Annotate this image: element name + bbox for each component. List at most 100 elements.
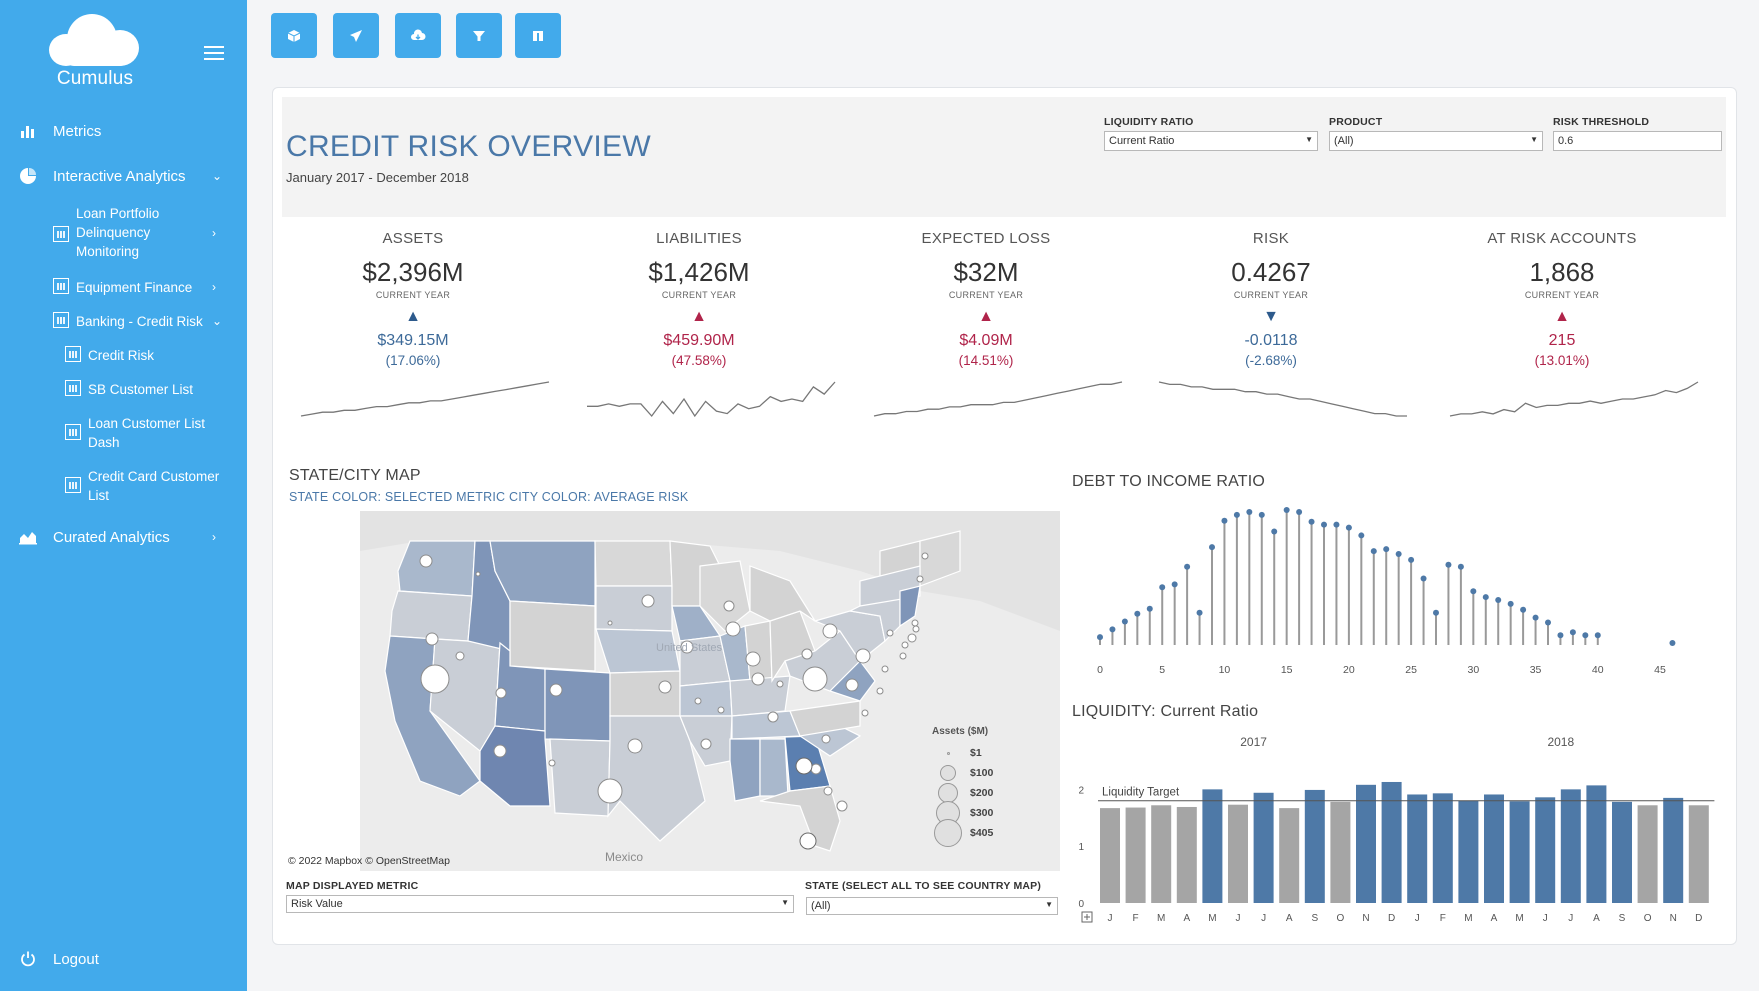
kpi-tile[interactable]: EXPECTED LOSS $32M CURRENT YEAR ▲ $4.09M (14.… [856,230,1116,368]
sidebar-item-metrics[interactable]: Metrics [0,121,247,141]
sidebar-item-interactive-analytics[interactable]: Interactive Analytics ⌄ [0,166,247,186]
chevron-right-icon: › [212,280,216,294]
menu-toggle-icon[interactable] [204,46,224,64]
lollipop-point [1121,618,1128,625]
sidebar: Cumulus Metrics Interactive Analytics ⌄ … [0,0,247,991]
lollipop-point [1482,594,1489,601]
kpi-change: $4.09M [959,332,1013,349]
filter-icon [473,30,485,41]
risk-threshold-value: 0.6 [1558,135,1574,147]
lollipop-point [1507,600,1514,607]
kpi-tile[interactable]: LIABILITIES $1,426M CURRENT YEAR ▲ $459.90M (… [569,230,829,368]
lollipop-point [1408,556,1415,563]
kpi-sparkline [300,381,550,417]
liquidity-bar [1202,789,1223,903]
liquidity-bar [1304,789,1325,903]
lollipop-point [1134,610,1141,617]
columns-button[interactable] [515,13,561,58]
lollipop-point [1283,507,1290,513]
dropdown-arrow-icon: ▼ [781,898,789,907]
sidebar-item-label: Loan Customer List Dash [88,416,206,450]
lollipop-point [1246,508,1253,515]
legend-label: $405 [970,827,994,839]
product-label: PRODUCT [1329,116,1383,128]
box-button[interactable] [271,13,317,58]
sidebar-item-label: SB Customer List [88,382,194,397]
kpi-title: AT RISK ACCOUNTS [1487,230,1637,247]
report-icon [53,312,69,328]
risk-threshold-input[interactable]: 0.6 [1553,131,1722,151]
lollipop-point [1258,511,1265,518]
liquidity-bar [1407,794,1428,903]
state-filter-select[interactable]: (All) ▼ [806,897,1058,915]
sparkline-path [300,381,550,417]
sidebar-item-label: Credit Card Customer List [88,469,220,503]
lollipop-point [1146,605,1153,612]
liquidity-ratio-select[interactable]: Current Ratio ▼ [1104,131,1318,151]
kpi-tile[interactable]: AT RISK ACCOUNTS 1,868 CURRENT YEAR ▲ 215 (13… [1432,230,1692,368]
dti-chart[interactable]: 0 5 10 15 20 25 30 35 40 45 [1072,500,1712,680]
sidebar-item-sb-customer-list[interactable]: SB Customer List [65,380,225,399]
brand-name: Cumulus [56,68,134,89]
liquidity-bar [1560,789,1581,903]
liquidity-bar [1253,792,1274,903]
filter-button[interactable] [456,13,502,58]
send-button[interactable] [333,13,379,58]
kpi-title: LIABILITIES [656,230,742,247]
liquidity-bar [1432,793,1453,903]
liquidity-bar [1612,801,1632,903]
cloud-logo-icon [49,10,141,66]
trend-up-icon: ▲ [1554,308,1570,325]
kpi-title: RISK [1252,230,1290,247]
sidebar-item-loan-portfolio[interactable]: Loan Portfolio Delinquency Monitoring › [53,204,216,261]
lollipop-point [1333,521,1340,528]
lollipop-point [1159,584,1166,591]
x-tick-label: F [1440,913,1446,924]
x-tick-label: 20 [1343,664,1355,676]
liquidity-ratio-label: LIQUIDITY RATIO [1104,116,1194,128]
lollipop-point [1420,575,1427,582]
liquidity-bar [1100,808,1120,903]
liquidity-chart[interactable]: 0 1 2 J F M A M J J A S O N D J F M A M J J A S O N D Liquidity Tar… [1072,728,1732,928]
report-icon [65,424,81,440]
brand-logo[interactable]: Cumulus [40,10,150,90]
product-value: (All) [1334,135,1354,147]
sidebar-item-loan-customer-list[interactable]: Loan Customer List Dash [65,414,225,452]
sparkline-path [1158,381,1407,417]
x-tick-label: N [1362,913,1369,924]
x-tick-label: J [1236,913,1241,924]
map-metric-select[interactable]: Risk Value ▼ [286,895,794,913]
map-title: STATE/CITY MAP [289,467,421,484]
legend-label: $100 [970,767,994,779]
map-metric-value: Risk Value [291,898,343,910]
y-tick-label: 2 [1078,785,1084,796]
sidebar-item-credit-risk[interactable]: Credit Risk [65,346,225,365]
x-tick-label: 15 [1281,664,1293,676]
year-label: 2017 [1240,735,1267,749]
sidebar-item-credit-card-customer-list[interactable]: Credit Card Customer List [65,467,235,505]
send-icon [350,29,362,42]
liquidity-bar [1484,794,1504,903]
kpi-tile[interactable]: RISK 0.4267 CURRENT YEAR ▼ -0.0118 (-2.68%) [1141,230,1401,368]
kpi-value: $2,396M [362,257,464,287]
lollipop-point [1445,561,1452,568]
x-tick-label: O [1337,913,1345,924]
kpi-sparkline [1449,381,1699,417]
sidebar-item-equipment-finance[interactable]: Equipment Finance › [53,278,233,297]
sidebar-item-curated-analytics[interactable]: Curated Analytics › [0,527,247,547]
liquidity-bar [1458,800,1479,903]
sidebar-item-banking-credit-risk[interactable]: Banking - Credit Risk ⌄ [53,312,233,331]
lollipop-point [1495,597,1502,603]
sidebar-item-label: Loan Portfolio Delinquency Monitoring [76,206,160,259]
kpi-tile[interactable]: ASSETS $2,396M CURRENT YEAR ▲ $349.15M (17.06… [283,230,543,368]
chevron-down-icon: ⌄ [212,314,223,328]
lollipop-point [1358,532,1365,539]
x-tick-label: J [1568,913,1573,924]
cloud-download-button[interactable] [395,13,441,58]
product-select[interactable]: (All) ▼ [1329,131,1543,151]
liquidity-bar [1535,797,1556,903]
dropdown-arrow-icon: ▼ [1305,135,1313,144]
bar-chart-icon [21,126,34,138]
sidebar-item-label: Logout [53,950,99,968]
sidebar-item-logout[interactable]: Logout [0,949,247,969]
